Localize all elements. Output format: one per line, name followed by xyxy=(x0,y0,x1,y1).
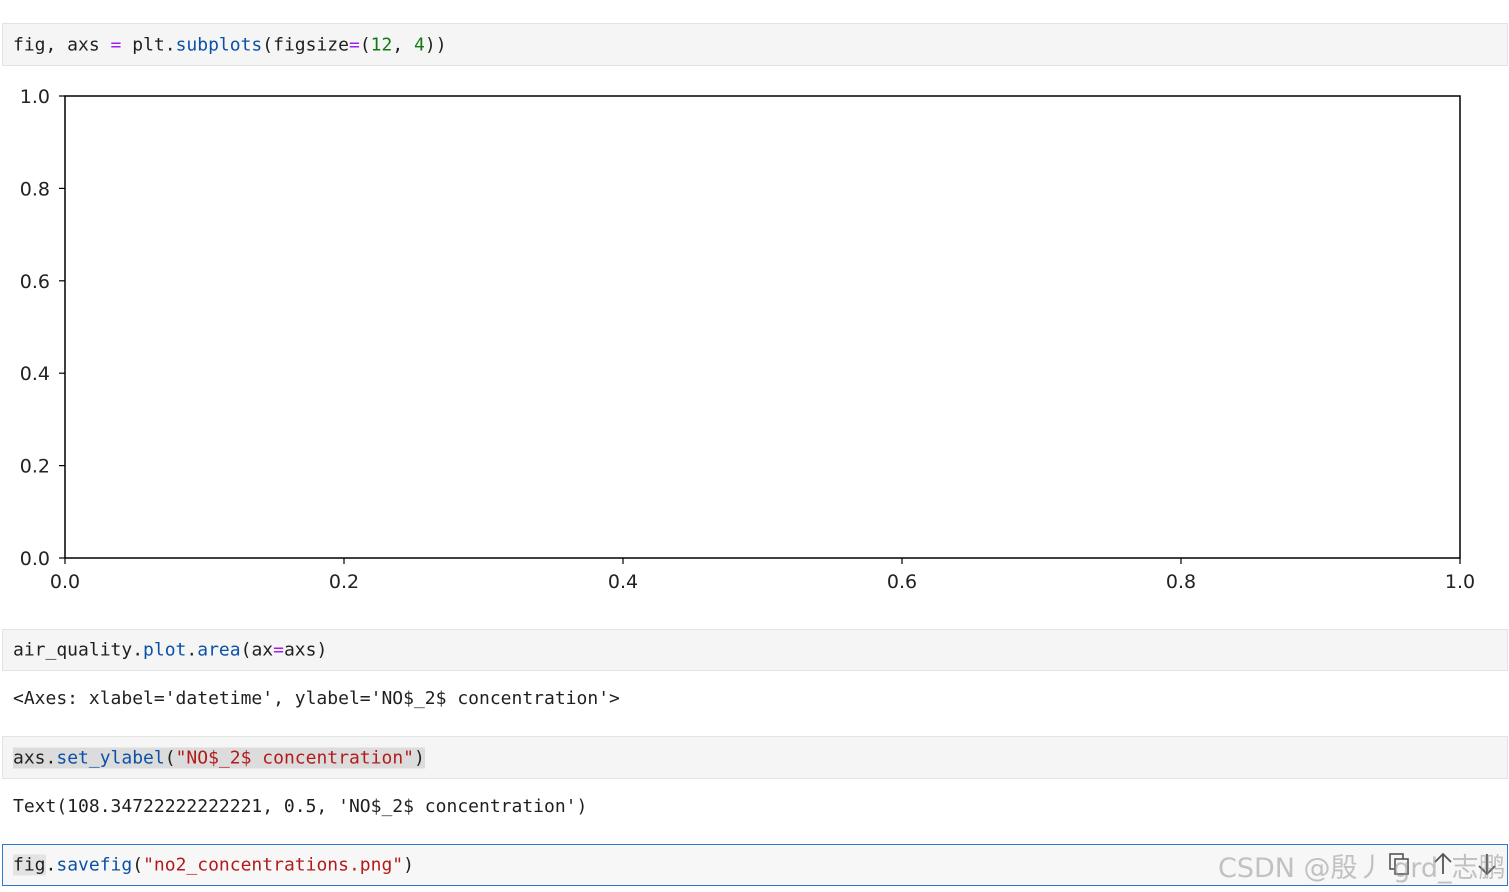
cell-3-output: Text(108.34722222222221, 0.5, 'NO$_2$ co… xyxy=(13,796,588,817)
code-token: set_ylabel xyxy=(56,747,165,768)
x-tick-label: 0.0 xyxy=(50,571,80,593)
y-tick-label: 0.2 xyxy=(20,456,50,478)
y-tick-label: 0.6 xyxy=(20,271,50,293)
code-token: 4 xyxy=(414,34,425,55)
x-tick-label: 0.2 xyxy=(329,571,359,593)
x-tick-label: 0.6 xyxy=(887,571,917,593)
code-token: subplots xyxy=(175,34,263,55)
code-token: (ax xyxy=(240,639,274,661)
code-line[interactable]: air_quality.plot.area(ax=axs) xyxy=(13,640,327,661)
y-tick-label: 1.0 xyxy=(20,86,50,108)
code-token: area xyxy=(197,639,241,661)
code-cell-3[interactable]: axs.set_ylabel("NO$_2$ concentration") xyxy=(2,736,1508,779)
code-line[interactable]: fig, axs = plt.subplots(figsize=(12, 4)) xyxy=(13,34,447,55)
code-token: )) xyxy=(424,34,447,55)
x-tick-label: 0.8 xyxy=(1166,571,1196,593)
code-token: ) xyxy=(414,747,425,768)
code-token: ( xyxy=(359,34,371,55)
code-token: 12 xyxy=(370,34,393,55)
code-token: "NO$_2$ concentration" xyxy=(175,747,414,768)
y-tick-label: 0.0 xyxy=(20,548,50,570)
x-tick-label: 0.4 xyxy=(608,571,638,593)
code-token: . xyxy=(45,854,57,876)
empty-axes-plot: 0.0 0.2 0.4 0.6 0.8 1.0 0.0 0.2 0.4 0.6 0.8 1.0 xyxy=(20,86,1475,593)
code-cell-2[interactable]: air_quality.plot.area(ax=axs) xyxy=(2,629,1508,671)
x-tick-label: 1.0 xyxy=(1445,571,1475,593)
code-token: = xyxy=(273,639,284,661)
code-token: ( xyxy=(164,747,176,768)
code-line[interactable]: axs.set_ylabel("NO$_2$ concentration") xyxy=(13,747,425,768)
code-token: fig, axs xyxy=(13,34,111,55)
code-token: axs) xyxy=(283,639,328,661)
code-token: fig xyxy=(13,854,46,876)
code-token: ( xyxy=(132,854,144,876)
axes-frame xyxy=(64,95,1461,559)
code-token: . xyxy=(186,639,198,661)
code-token: ) xyxy=(403,854,414,876)
code-token: plot xyxy=(143,639,187,661)
code-token: air_quality. xyxy=(13,639,144,661)
code-token: , xyxy=(392,34,415,55)
code-cell-1[interactable]: fig, axs = plt.subplots(figsize=(12, 4)) xyxy=(2,23,1508,66)
y-tick-label: 0.4 xyxy=(20,363,50,385)
cell-2-output: <Axes: xlabel='datetime', ylabel='NO$_2$… xyxy=(13,688,620,709)
code-token: plt. xyxy=(121,34,176,55)
code-token: "no2_concentrations.png" xyxy=(143,854,404,876)
code-token: = xyxy=(348,34,360,55)
code-token: (figsize xyxy=(262,34,349,55)
code-token: = xyxy=(110,34,122,55)
code-token: savefig xyxy=(56,854,133,876)
x-axis: 0.0 0.2 0.4 0.6 0.8 1.0 xyxy=(50,558,1475,593)
code-line[interactable]: fig.savefig("no2_concentrations.png") xyxy=(13,854,414,876)
y-tick-label: 0.8 xyxy=(20,178,50,200)
watermark: CSDN @殷丿 grd_志鹏 xyxy=(1218,853,1506,884)
y-axis: 0.0 0.2 0.4 0.6 0.8 1.0 xyxy=(20,86,65,570)
code-token: axs. xyxy=(13,747,57,768)
